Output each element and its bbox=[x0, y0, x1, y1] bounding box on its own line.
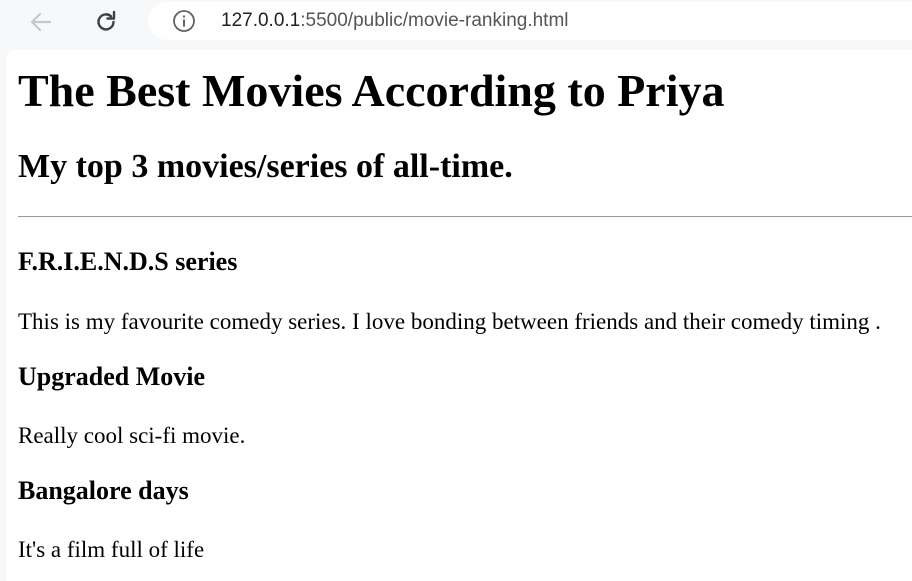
page-title: The Best Movies According to Priya bbox=[18, 65, 725, 116]
back-button[interactable] bbox=[26, 7, 56, 37]
movie-description-2: Really cool sci-fi movie. bbox=[18, 423, 246, 448]
horizontal-rule bbox=[18, 216, 912, 217]
movie-description-1: This is my favourite comedy series. I lo… bbox=[18, 309, 881, 334]
page-subtitle: My top 3 movies/series of all-time. bbox=[18, 148, 513, 185]
url-path: :5500/public/movie-ranking.html bbox=[300, 10, 569, 31]
movie-title-3: Bangalore days bbox=[18, 476, 189, 505]
reload-button[interactable] bbox=[91, 7, 121, 37]
url-text[interactable]: 127.0.0.1:5500/public/movie-ranking.html bbox=[221, 10, 569, 32]
info-icon[interactable] bbox=[172, 9, 196, 33]
browser-toolbar: 127.0.0.1:5500/public/movie-ranking.html bbox=[0, 0, 912, 46]
address-bar[interactable]: 127.0.0.1:5500/public/movie-ranking.html bbox=[148, 2, 912, 40]
arrow-left-icon bbox=[30, 12, 52, 32]
url-host: 127.0.0.1 bbox=[221, 10, 301, 31]
movie-description-3: It's a film full of life bbox=[18, 537, 205, 562]
reload-icon bbox=[97, 10, 116, 31]
movie-title-2: Upgraded Movie bbox=[18, 362, 206, 391]
page-viewport: The Best Movies According to Priya My to… bbox=[6, 50, 912, 581]
movie-title-1: F.R.I.E.N.D.S series bbox=[18, 247, 238, 276]
